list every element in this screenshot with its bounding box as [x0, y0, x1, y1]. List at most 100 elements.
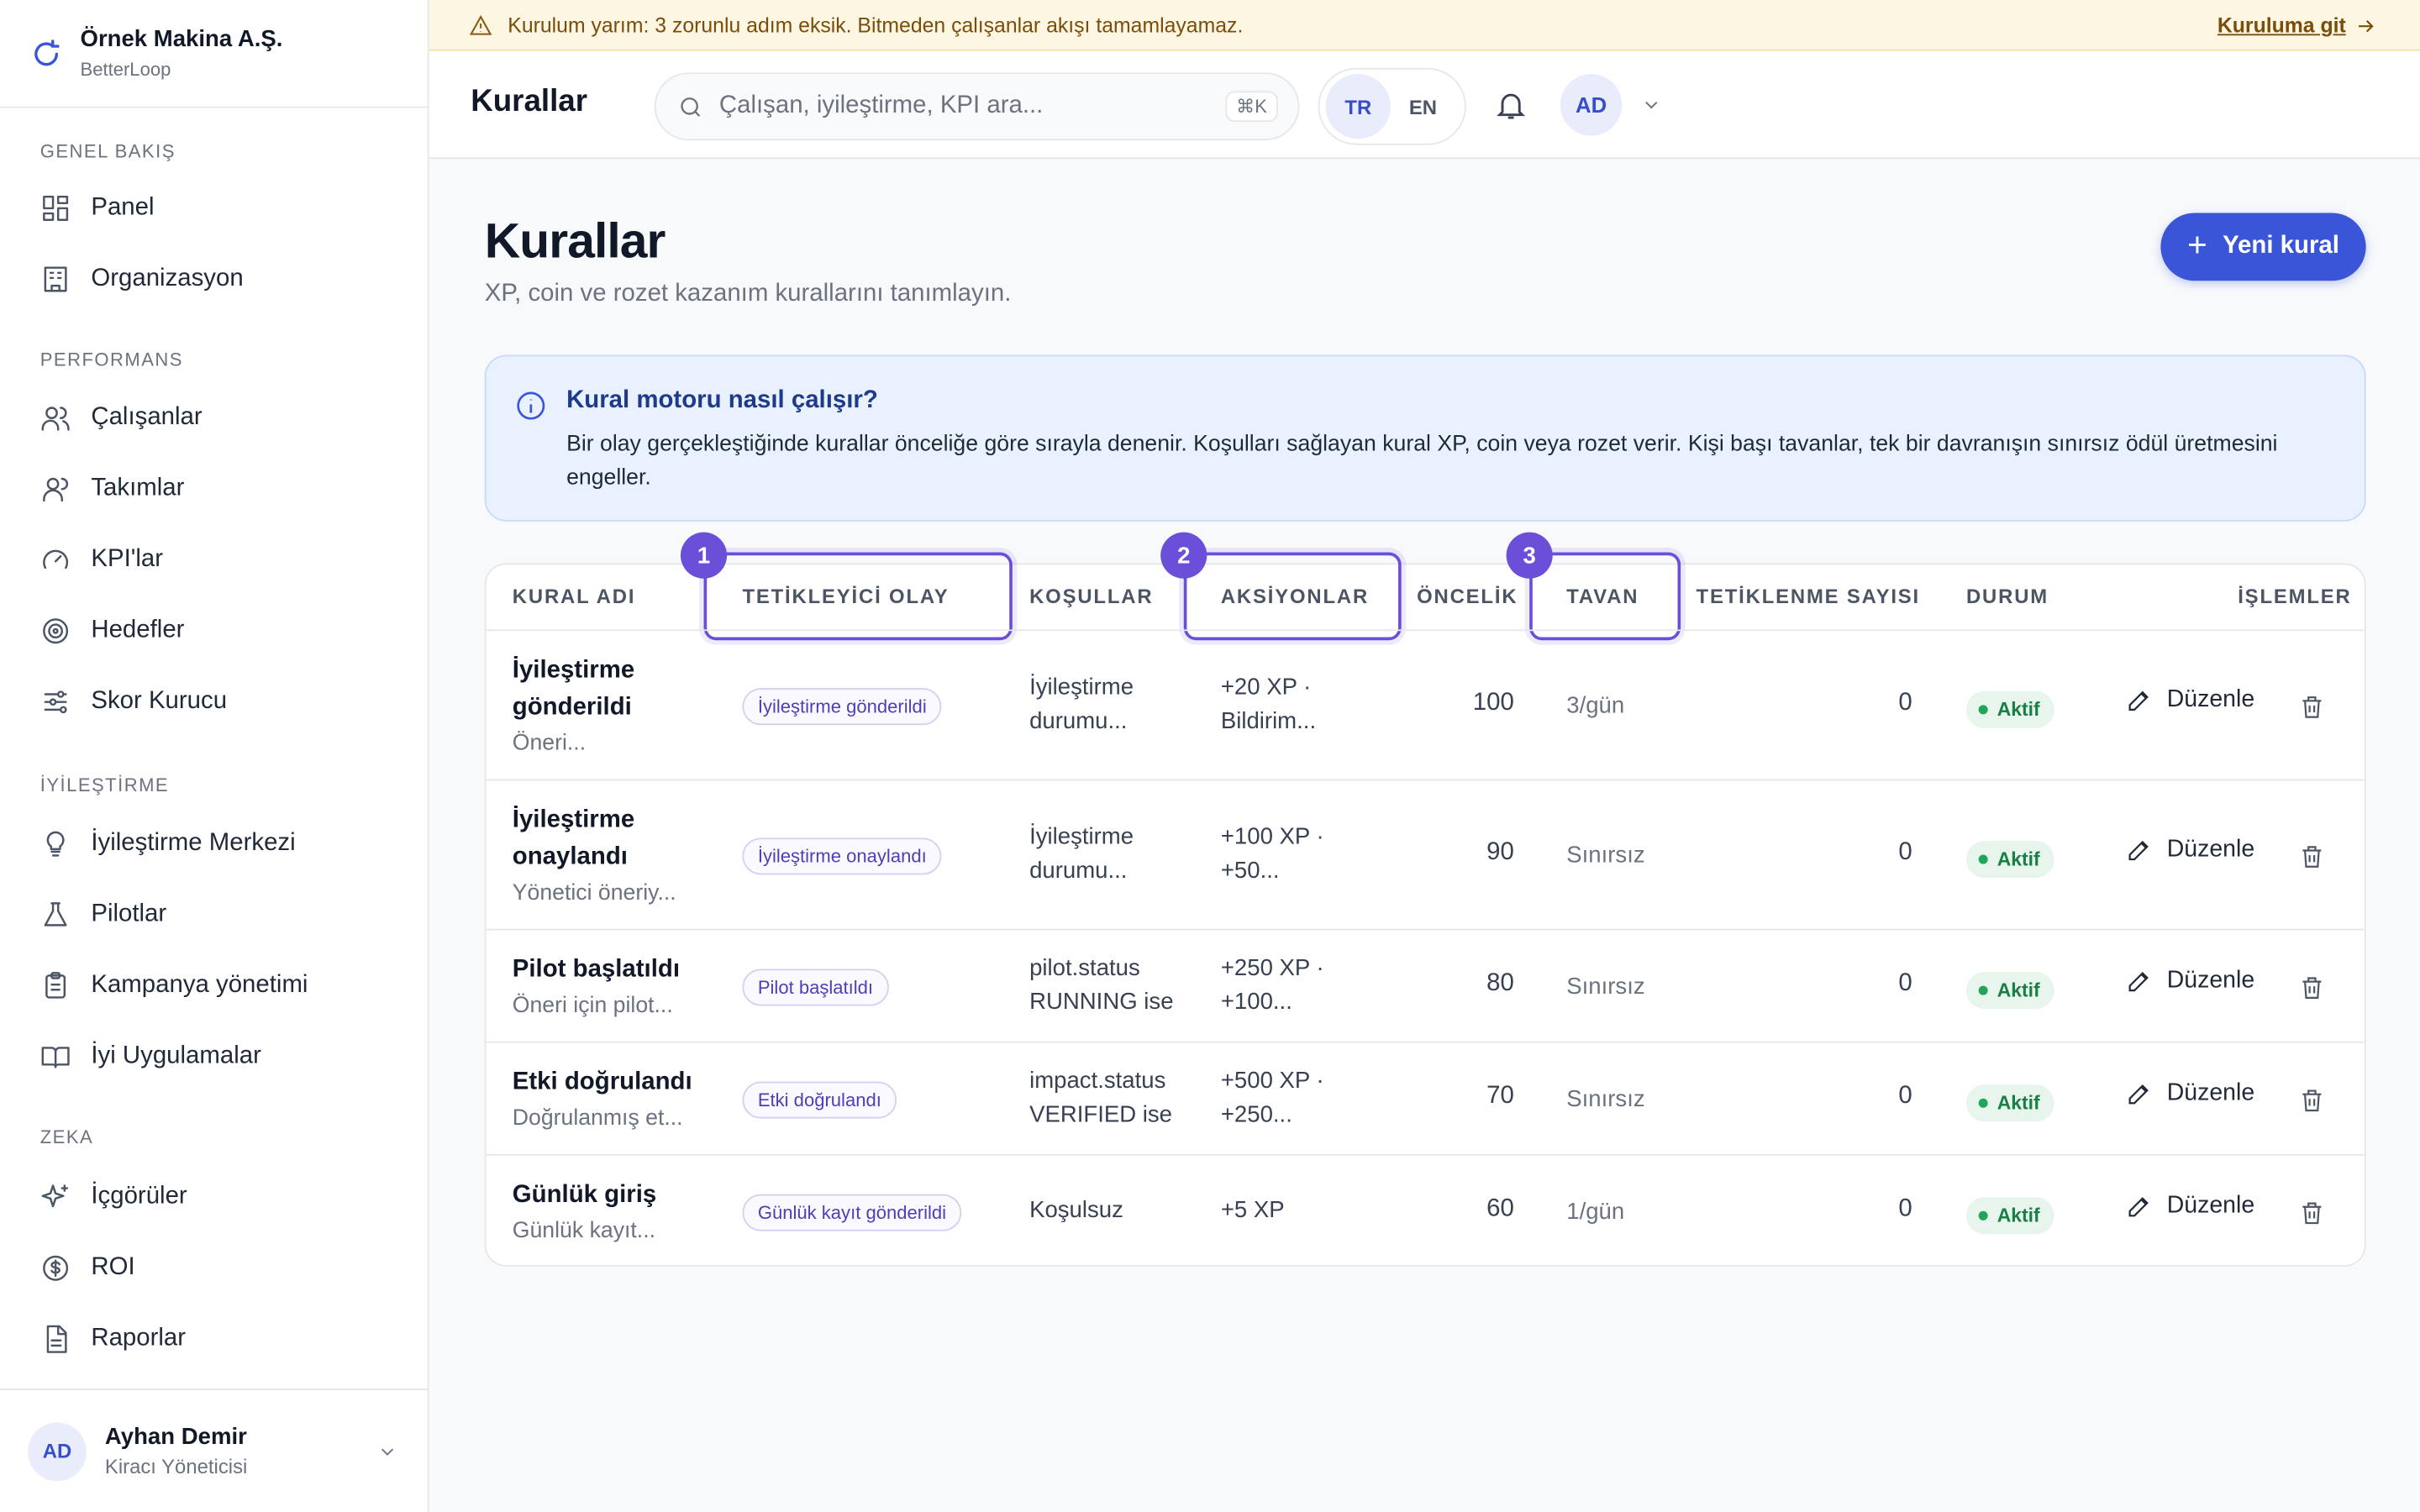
action-line: +20 XP ·: [1220, 674, 1312, 701]
sidebar-item-label: Hedefler: [91, 617, 185, 643]
setup-link-label: Kuruluma git: [2217, 13, 2346, 38]
status-badge: Aktif: [1965, 690, 2054, 728]
sidebar-item-improvement-center[interactable]: İyileştirme Merkezi: [0, 808, 428, 879]
table-row[interactable]: Günlük giriş Günlük kayıt... Günlük kayı…: [486, 1153, 2365, 1267]
sidebar-item-teams[interactable]: Takımlar: [0, 454, 428, 524]
sidebar-item-best-practices[interactable]: İyi Uygulamalar: [0, 1021, 428, 1092]
sidebar-item-goals[interactable]: Hedefler: [0, 596, 428, 666]
trigger-badge: İyileştirme onaylandı: [742, 837, 943, 875]
edit-button[interactable]: Düzenle: [2125, 968, 2254, 995]
sidebar-nav: GENEL BAKIŞ Panel Organizasyon PERFORMAN…: [0, 108, 428, 1375]
condition-line: İyileştirme: [1029, 674, 1134, 701]
brand-sub: BetterLoop: [80, 58, 171, 81]
user-menu[interactable]: AD Ayhan Demir Kiracı Yöneticisi: [0, 1389, 429, 1512]
sidebar-item-insights[interactable]: İçgörüler: [0, 1162, 428, 1232]
sparkles-icon: [41, 1184, 69, 1208]
condition-line: İyileştirme: [1029, 823, 1134, 851]
step-badge: 3: [1506, 532, 1553, 579]
language-switch: TR EN: [1318, 67, 1466, 145]
trash-icon[interactable]: [2298, 843, 2326, 870]
lang-en-button[interactable]: EN: [1391, 74, 1455, 139]
conditions-cell: impact.status VERIFIED ise: [1029, 1064, 1172, 1132]
sidebar-item-campaigns[interactable]: Kampanya yönetimi: [0, 950, 428, 1021]
brand[interactable]: Örnek Makina A.Ş. BetterLoop: [0, 0, 428, 108]
flask-icon: [44, 902, 67, 927]
edit-button[interactable]: Düzenle: [2125, 836, 2254, 864]
priority-value: 80: [1486, 970, 1514, 997]
brand-name: Örnek Makina A.Ş.: [80, 26, 283, 53]
rule-description: Yönetici öneriy...: [512, 880, 676, 906]
search-input[interactable]: [718, 92, 1213, 121]
sidebar-item-employees[interactable]: Çalışanlar: [0, 383, 428, 454]
bell-icon[interactable]: [1494, 88, 1528, 122]
target-icon: [43, 618, 69, 644]
rule-name-cell: İyileştirme onaylandı Yönetici öneriy...: [513, 802, 676, 911]
status-dot: [1978, 985, 1988, 995]
trash-icon[interactable]: [2298, 1199, 2326, 1226]
sidebar-item-label: Skor Kurucu: [91, 688, 228, 715]
sidebar-item-score-builder[interactable]: Skor Kurucu: [0, 666, 428, 737]
gauge-icon: [43, 549, 69, 570]
action-line: Bildirim...: [1220, 708, 1317, 735]
edit-label: Düzenle: [2166, 967, 2255, 994]
trash-icon[interactable]: [2298, 1086, 2326, 1114]
header-priority: ÖNCELİK: [1417, 585, 1518, 608]
action-line: +250 XP ·: [1220, 954, 1324, 982]
edit-button[interactable]: Düzenle: [2125, 1193, 2254, 1221]
header-status: DURUM: [1965, 585, 2049, 608]
action-line: +50...: [1220, 858, 1280, 885]
priority-value: 90: [1486, 839, 1514, 866]
edit-button[interactable]: Düzenle: [2125, 686, 2254, 714]
file-icon: [46, 1325, 67, 1353]
chevron-down-icon[interactable]: [376, 1441, 398, 1462]
header-cap: TAVAN: [1566, 585, 1639, 608]
trash-icon[interactable]: [2298, 693, 2326, 721]
search-icon: [681, 97, 701, 116]
nav-section-overview: GENEL BAKIŞ: [39, 140, 176, 162]
condition-line: RUNNING ise: [1029, 989, 1174, 1016]
edit-button[interactable]: Düzenle: [2125, 1080, 2254, 1108]
sidebar-item-reports[interactable]: Raporlar: [0, 1304, 428, 1374]
status-dot: [1978, 705, 1988, 715]
status-dot: [1978, 854, 1988, 864]
rule-name-cell: Etki doğrulandı Doğrulanmış et...: [513, 1064, 692, 1135]
action-line: +500 XP ·: [1220, 1067, 1324, 1095]
warning-icon: [469, 13, 492, 34]
arrow-right-icon: [2359, 19, 2374, 32]
pencil-icon: [2128, 1197, 2149, 1217]
sidebar-item-pilots[interactable]: Pilotlar: [0, 879, 428, 950]
info-callout: Kural motoru nasıl çalışır? Bir olay ger…: [484, 354, 2366, 522]
table-row[interactable]: Etki doğrulandı Doğrulanmış et... Etki d…: [486, 1041, 2365, 1154]
status-label: Aktif: [1996, 1092, 2040, 1115]
fired-count: 0: [1898, 1083, 1912, 1110]
sliders-icon: [44, 690, 67, 714]
edit-label: Düzenle: [2166, 1079, 2255, 1106]
search-box[interactable]: ⌘K: [654, 72, 1300, 141]
new-rule-button[interactable]: + Yeni kural: [2160, 213, 2366, 281]
account-avatar[interactable]: AD: [1560, 74, 1623, 136]
status-dot: [1978, 1210, 1988, 1221]
setup-link[interactable]: Kuruluma git: [2217, 0, 2377, 51]
clipboard-icon: [45, 972, 66, 999]
rule-description: Doğrulanmış et...: [512, 1105, 683, 1131]
table-row[interactable]: Pilot başlatıldı Öneri için pilot... Pil…: [486, 928, 2365, 1042]
fired-count: 0: [1898, 970, 1912, 997]
sidebar-item-panel[interactable]: Panel: [0, 173, 428, 244]
book-icon: [41, 1047, 70, 1068]
chevron-down-icon[interactable]: [1640, 94, 1662, 116]
table-row[interactable]: İyileştirme gönderildi Öneri... İyileşti…: [486, 629, 2365, 779]
rule-name: İyileştirme: [512, 806, 635, 833]
search-shortcut: ⌘K: [1225, 91, 1278, 123]
cap-value: 3/gün: [1566, 692, 1625, 719]
action-line: +100...: [1220, 989, 1292, 1016]
sidebar-item-organization[interactable]: Organizasyon: [0, 244, 428, 314]
new-rule-label: Yeni kural: [2223, 233, 2339, 260]
sidebar-item-kpis[interactable]: KPI'lar: [0, 524, 428, 595]
sidebar-item-roi[interactable]: ROI: [0, 1233, 428, 1304]
grid-icon: [43, 195, 69, 221]
lang-tr-button[interactable]: TR: [1325, 74, 1391, 139]
table-row[interactable]: İyileştirme onaylandı Yönetici öneriy...…: [486, 779, 2365, 929]
info-title: Kural motoru nasıl çalışır?: [566, 387, 878, 414]
actions-cell: +250 XP · +100...: [1221, 952, 1324, 1020]
trash-icon[interactable]: [2298, 974, 2326, 1001]
